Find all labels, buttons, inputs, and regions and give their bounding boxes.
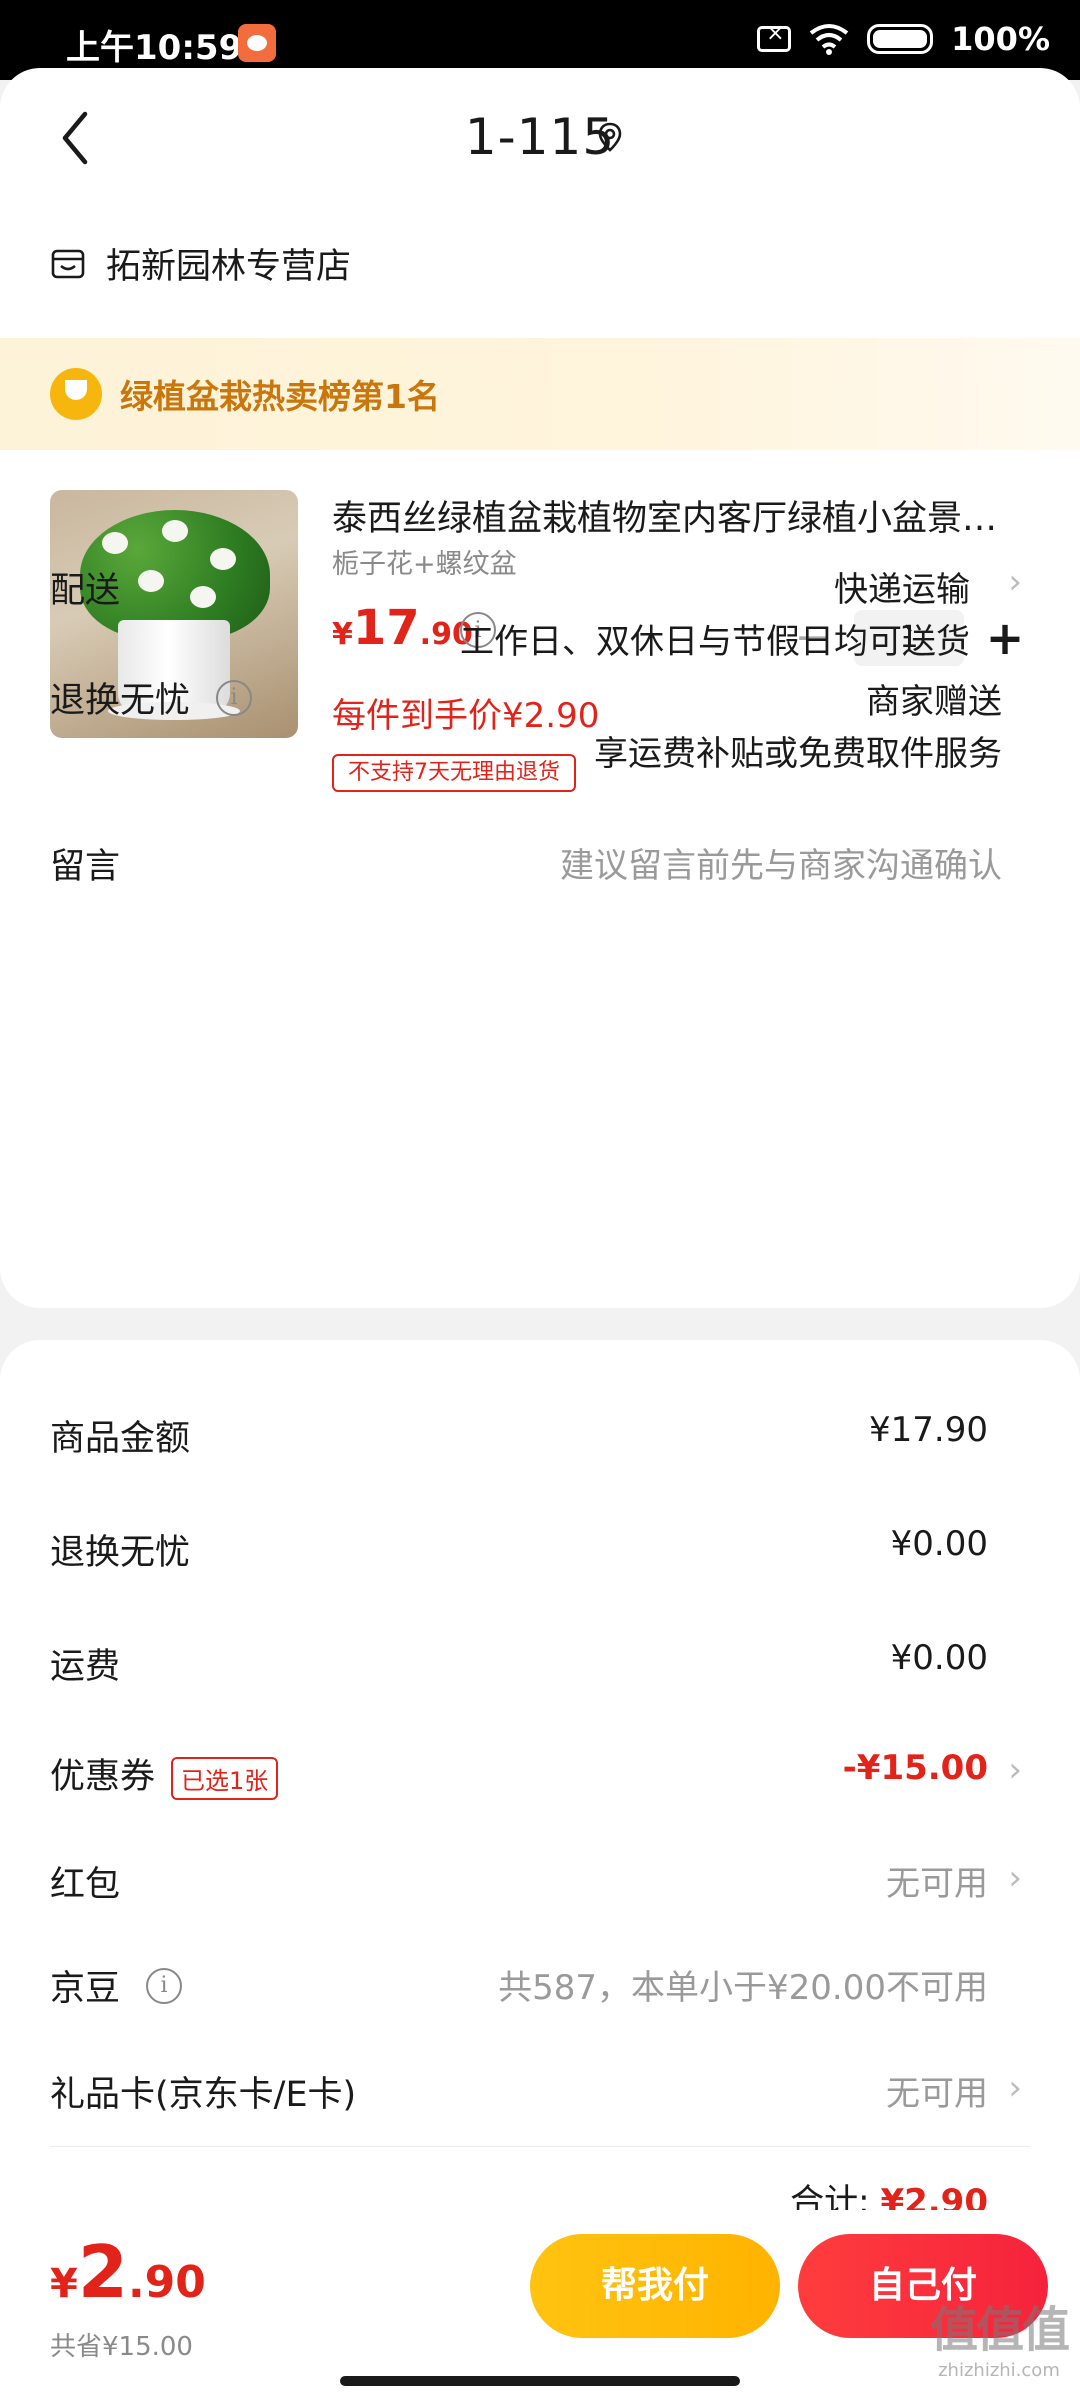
coupon-row[interactable]: 优惠券 已选1张 — [50, 1748, 279, 1800]
jdou-label: 京豆 — [50, 1969, 121, 2009]
coupon-value[interactable]: -¥15.00 — [843, 1748, 988, 1788]
giftcard-label: 礼品卡(京东卡/E卡) — [50, 2075, 357, 2115]
product-title[interactable]: 泰西丝绿植盆栽植物室内客厅绿植小盆景… — [332, 490, 1032, 541]
pay-decimal: .90 — [127, 2257, 206, 2308]
saved-amount: 共省¥15.00 — [50, 2332, 193, 2362]
no-return-tag: 不支持7天无理由退货 — [332, 754, 576, 792]
watermark-logo: 值值值 — [929, 2302, 1070, 2358]
giftcard-value[interactable]: 无可用 — [886, 2066, 988, 2115]
delivery-chevron-icon[interactable]: › — [1008, 562, 1022, 602]
watermark-url: zhizhizhi.com — [938, 2360, 1060, 2381]
pay-currency: ¥ — [50, 2261, 78, 2307]
goods-amount-value: ¥17.90 — [869, 1410, 988, 1450]
product-spec: 栀子花+螺纹盆 — [332, 549, 517, 580]
sim-icon — [757, 21, 792, 52]
nav-bar: 1-115 — [0, 68, 1080, 208]
pay-total: ¥ 2 .90 — [50, 2230, 206, 2314]
shipping-value: ¥0.00 — [890, 1638, 988, 1678]
rank-text: 绿植盆栽热卖榜第1名 — [120, 377, 440, 416]
trophy-icon — [50, 368, 102, 420]
shop-row[interactable]: 拓新园林专营店 — [50, 238, 351, 289]
coupon-selected-tag: 已选1张 — [171, 1756, 279, 1800]
order-card: 1-115 拓新园林专营店 绿植盆栽热卖榜第1名 泰西丝绿植盆栽植物室内客厅绿植… — [0, 68, 1080, 1308]
delivery-label: 配送 — [50, 571, 121, 611]
price-integer: 17 — [352, 600, 420, 656]
watermark: 值值值 zhizhizhi.com — [929, 2290, 1070, 2381]
worry-free-fee-label: 退换无忧 — [50, 1533, 191, 1573]
redpack-chevron-icon[interactable]: › — [1008, 1858, 1022, 1898]
worry-free-label: 退换无忧 — [50, 681, 191, 721]
pay-integer: 2 — [77, 2230, 128, 2314]
app-notification-icon — [238, 24, 276, 62]
jdou-info-icon[interactable]: i — [146, 1967, 183, 2004]
help-me-pay-button[interactable]: 帮我付 — [530, 2234, 780, 2338]
divider — [50, 2146, 1030, 2147]
wifi-icon — [809, 24, 849, 55]
coupon-label: 优惠券 — [50, 1757, 156, 1797]
goods-amount-label: 商品金额 — [50, 1419, 191, 1459]
note-input[interactable]: 建议留言前先与商家沟通确认 — [560, 838, 1002, 887]
redpack-value[interactable]: 无可用 — [886, 1856, 988, 1905]
status-time: 上午10:59 — [66, 28, 243, 68]
price-currency: ¥ — [332, 617, 353, 652]
shipping-label: 运费 — [50, 1647, 121, 1687]
worry-free-sub: 享运费补贴或免费取件服务 — [594, 734, 1002, 774]
redpack-label: 红包 — [50, 1865, 121, 1905]
shop-name: 拓新园林专营店 — [106, 247, 352, 287]
giftcard-chevron-icon[interactable]: › — [1008, 2068, 1022, 2108]
page-title[interactable]: 1-115 — [0, 108, 1080, 166]
increase-button[interactable]: + — [980, 615, 1030, 661]
battery-icon — [867, 24, 934, 54]
delivery-sub: 工作日、双休日与节假日均可送货 — [460, 622, 970, 662]
worry-free-info-icon[interactable]: i — [216, 679, 253, 716]
worry-free-value: 商家赠送 — [866, 682, 1002, 722]
worry-free-row: 退换无忧 i — [50, 672, 253, 723]
jdou-row: 京豆 i — [50, 1960, 183, 2011]
note-label: 留言 — [50, 847, 121, 887]
status-icons: 100% — [757, 20, 1050, 58]
bottom-pay-bar: ¥ 2 .90 共省¥15.00 帮我付 自己付 — [0, 2210, 1080, 2400]
product-price: ¥ 17 .90 — [332, 600, 473, 656]
unit-price: 每件到手价¥2.90 — [332, 696, 600, 736]
shop-icon — [51, 249, 85, 278]
battery-percent: 100% — [951, 20, 1050, 58]
delivery-value[interactable]: 快递运输 — [834, 562, 970, 611]
rank-banner[interactable]: 绿植盆栽热卖榜第1名 — [0, 338, 1080, 450]
home-indicator[interactable] — [340, 2376, 740, 2386]
worry-free-fee-value: ¥0.00 — [890, 1524, 988, 1564]
coupon-chevron-icon[interactable]: › — [1008, 1750, 1022, 1790]
price-summary-card: 商品金额 ¥17.90 退换无忧 ¥0.00 运费 ¥0.00 优惠券 已选1张 … — [0, 1340, 1080, 2240]
location-pin-icon[interactable] — [594, 121, 626, 153]
jdou-value: 共587，本单小于¥20.00不可用 — [498, 1968, 988, 2008]
